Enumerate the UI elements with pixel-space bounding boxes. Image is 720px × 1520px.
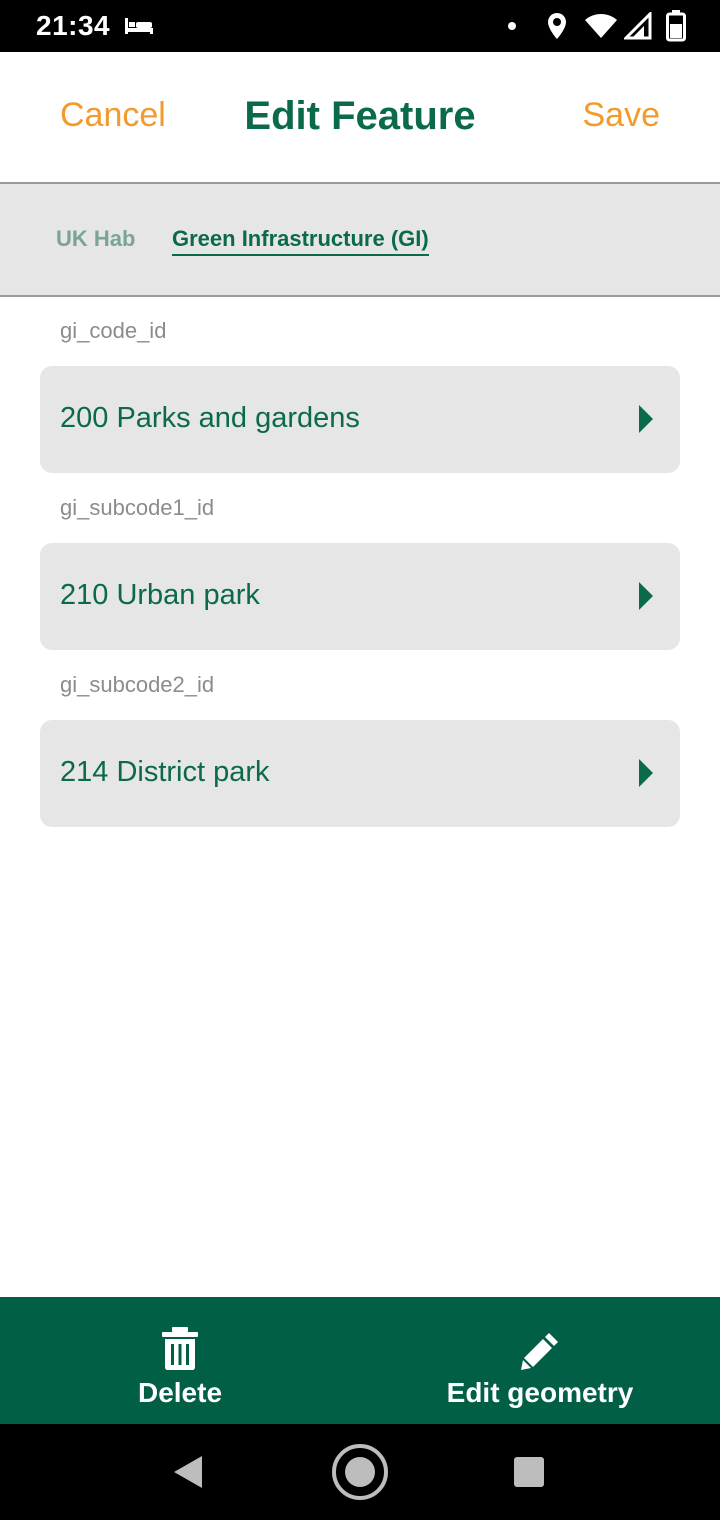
gi-subcode2-id-select[interactable]: 214 District park — [40, 720, 680, 827]
gi-code-id-select[interactable]: 200 Parks and gardens — [40, 366, 680, 473]
recents-icon[interactable] — [513, 1456, 545, 1488]
status-time: 21:34 — [36, 10, 111, 41]
dot-icon — [508, 22, 516, 30]
gi-subcode1-id-select[interactable]: 210 Urban park — [40, 543, 680, 650]
field-value: 200 Parks and gardens — [60, 402, 360, 434]
chevron-right-icon — [639, 582, 653, 610]
edit-geometry-label: Edit geometry — [446, 1377, 634, 1408]
tab-bar: UK Hab Green Infrastructure (GI) — [0, 184, 720, 297]
location-icon — [548, 13, 566, 39]
save-button[interactable]: Save — [583, 96, 661, 135]
delete-label: Delete — [137, 1377, 223, 1408]
chevron-right-icon — [639, 759, 653, 787]
bed-icon — [125, 18, 153, 34]
back-icon[interactable] — [170, 1454, 206, 1490]
home-icon[interactable] — [330, 1442, 390, 1502]
system-nav-bar — [0, 1424, 720, 1520]
field-value: 210 Urban park — [60, 579, 260, 611]
screen: 21:34 Cancel Edit Feature Save UK Hab Gr… — [0, 0, 720, 1520]
status-bar: 21:34 — [0, 0, 720, 52]
field-label-gi-subcode1-id: gi_subcode1_id — [60, 495, 215, 520]
trash-icon — [162, 1327, 198, 1370]
chevron-right-icon — [639, 405, 653, 433]
wifi-icon — [585, 14, 617, 38]
tab-green-infrastructure[interactable]: Green Infrastructure (GI) — [172, 226, 429, 256]
header: Cancel Edit Feature Save — [0, 52, 720, 184]
field-label-gi-subcode2-id: gi_subcode2_id — [60, 672, 215, 697]
pencil-icon — [521, 1333, 558, 1370]
field-value: 214 District park — [60, 756, 270, 788]
battery-icon — [666, 10, 686, 42]
action-bar: Delete Edit geometry — [0, 1297, 720, 1424]
signal-icon — [624, 12, 652, 40]
tab-uk-hab[interactable]: UK Hab — [56, 226, 135, 252]
edit-geometry-button[interactable]: Edit geometry — [360, 1297, 720, 1424]
delete-button[interactable]: Delete — [0, 1297, 360, 1424]
field-label-gi-code-id: gi_code_id — [60, 318, 167, 343]
